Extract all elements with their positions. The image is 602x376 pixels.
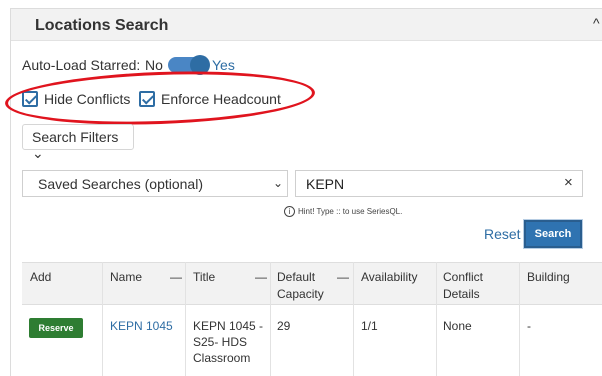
column-header-availability: Availability bbox=[361, 270, 418, 284]
column-header-building: Building bbox=[527, 270, 570, 284]
room-availability: 1/1 bbox=[361, 319, 378, 333]
room-conflict: None bbox=[443, 319, 472, 333]
chevron-down-icon: ⌄ bbox=[32, 145, 44, 161]
reset-link[interactable]: Reset bbox=[484, 226, 521, 242]
caret-up-icon[interactable]: ^ bbox=[593, 15, 600, 31]
search-filters-button[interactable]: Search Filters ⌄ bbox=[22, 124, 134, 161]
hint-text: Hint! Type :: to use SeriesQL. bbox=[298, 207, 403, 216]
room-name-link[interactable]: KEPN 1045 bbox=[110, 318, 173, 334]
column-divider bbox=[102, 262, 103, 376]
autoload-no-label: No bbox=[145, 57, 163, 73]
panel-header[interactable]: Locations Search ^ bbox=[11, 9, 602, 41]
sort-icon[interactable]: — bbox=[337, 270, 349, 284]
autoload-yes-label: Yes bbox=[212, 57, 235, 73]
column-header-add: Add bbox=[30, 270, 52, 284]
search-filters-label: Search Filters bbox=[32, 129, 119, 145]
panel-title: Locations Search bbox=[35, 17, 169, 34]
column-divider bbox=[270, 262, 271, 376]
column-divider bbox=[519, 262, 520, 376]
saved-searches-select[interactable]: Saved Searches (optional) ⌄ bbox=[22, 170, 288, 197]
autoload-label: Auto-Load Starred: bbox=[22, 57, 141, 73]
column-divider bbox=[436, 262, 437, 376]
column-divider bbox=[353, 262, 354, 376]
saved-searches-value: Saved Searches (optional) bbox=[38, 176, 203, 192]
room-title-line2: S25- HDS bbox=[193, 335, 248, 349]
column-header-conflict-line1: Conflict bbox=[443, 270, 484, 284]
sort-icon[interactable]: — bbox=[255, 270, 267, 284]
sort-icon[interactable]: — bbox=[170, 270, 182, 284]
search-button[interactable]: Search bbox=[524, 220, 582, 248]
clear-icon[interactable]: × bbox=[564, 174, 573, 191]
info-icon: i bbox=[284, 206, 295, 217]
column-header-title[interactable]: Title bbox=[193, 269, 215, 286]
reserve-button[interactable]: Reserve bbox=[29, 318, 83, 338]
room-building: - bbox=[527, 319, 531, 333]
column-divider bbox=[185, 262, 186, 376]
room-capacity: 29 bbox=[277, 319, 291, 333]
column-header-capacity-line2[interactable]: Capacity bbox=[277, 286, 324, 303]
room-title-line1: KEPN 1045 - bbox=[193, 319, 264, 333]
chevron-down-icon: ⌄ bbox=[273, 176, 284, 190]
search-input[interactable] bbox=[295, 170, 583, 197]
column-header-name[interactable]: Name bbox=[110, 269, 142, 286]
room-title-line3: Classroom bbox=[193, 351, 251, 365]
column-header-capacity-line1[interactable]: Default bbox=[277, 269, 315, 286]
column-header-conflict-line2: Details bbox=[443, 287, 480, 301]
